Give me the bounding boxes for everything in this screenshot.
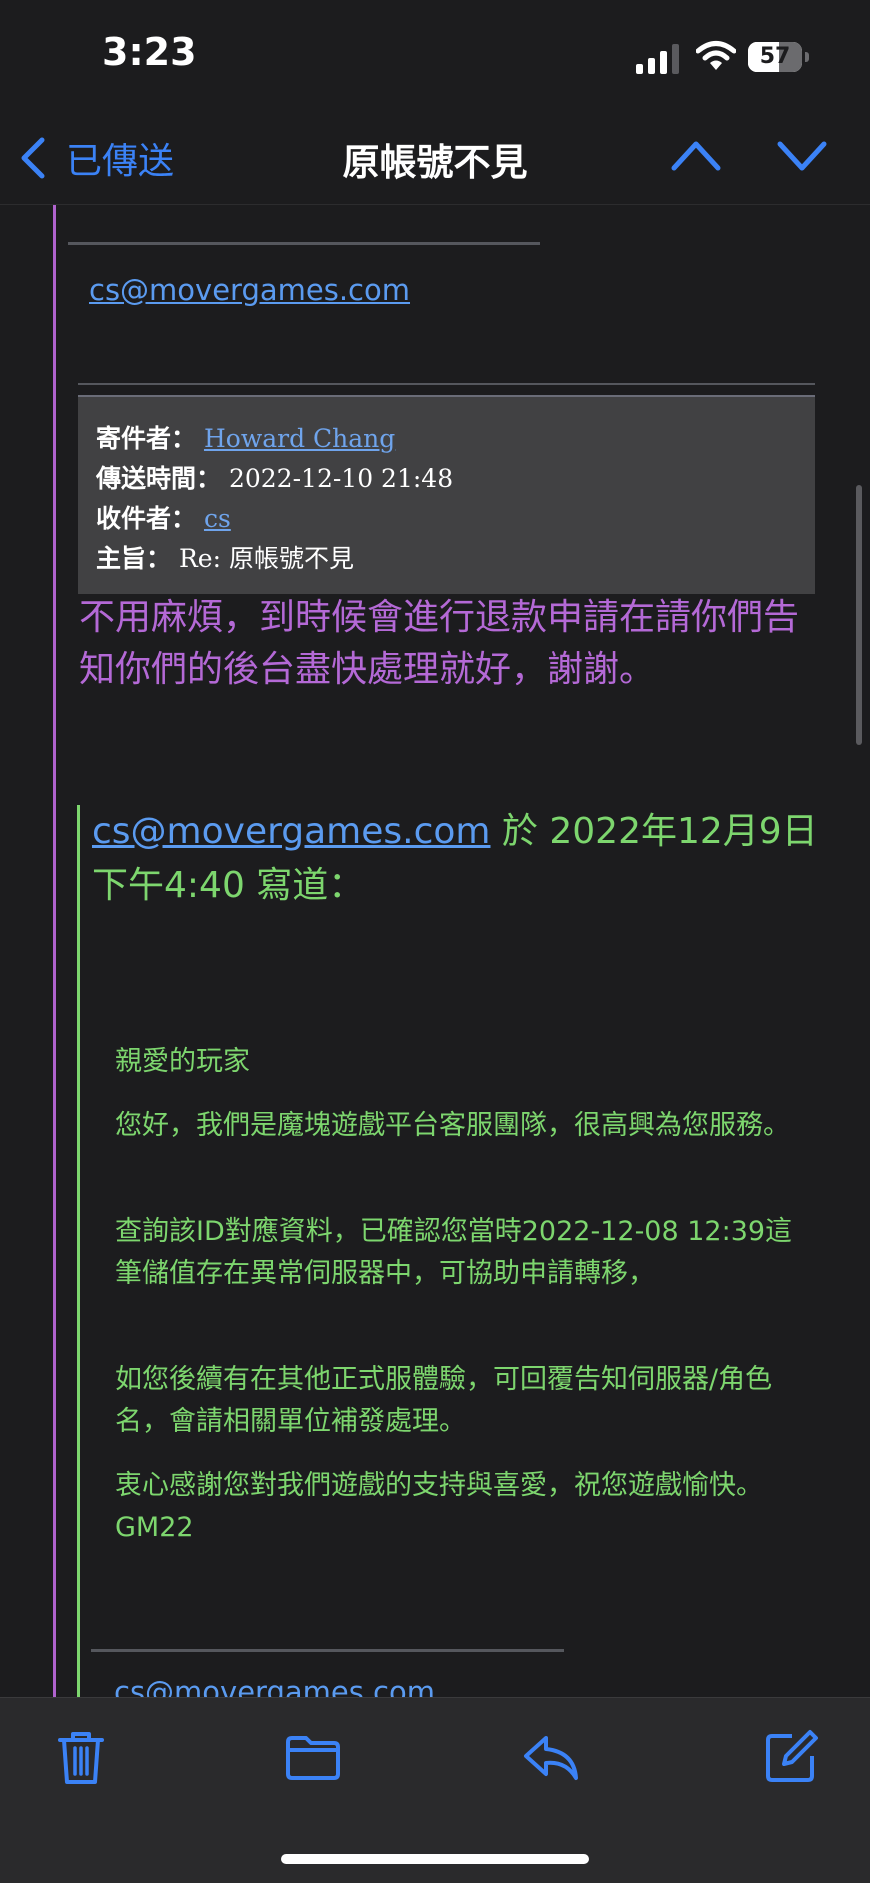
header-to: 收件者： cs — [96, 499, 231, 535]
next-message-button[interactable] — [776, 134, 828, 178]
back-label: 已傳送 — [66, 141, 175, 182]
subject-label: 主旨： — [96, 544, 172, 573]
quoted-paragraph: 查詢該ID對應資料，已確認您當時2022-12-08 12:39這筆儲值存在異常… — [115, 1216, 793, 1289]
divider — [78, 383, 815, 385]
bottom-toolbar — [0, 1697, 870, 1883]
home-indicator[interactable] — [281, 1854, 589, 1864]
quote-bar-outer — [53, 205, 56, 1697]
scrollbar[interactable] — [856, 485, 862, 745]
divider — [68, 242, 540, 245]
status-bar: 3:23 57 — [0, 0, 870, 110]
folder-icon[interactable] — [284, 1728, 342, 1786]
header-subject: 主旨： Re: 原帳號不見 — [96, 539, 354, 575]
message-body[interactable]: cs@movergames.com 寄件者： Howard Chang 傳送時間… — [0, 205, 870, 1697]
header-from: 寄件者： Howard Chang — [96, 419, 395, 455]
compose-icon[interactable] — [762, 1728, 820, 1786]
navigation-bar: 已傳送 原帳號不見 — [0, 110, 870, 205]
forwarded-header-box: 寄件者： Howard Chang 傳送時間： 2022-12-10 21:48… — [78, 395, 815, 594]
divider — [91, 1649, 564, 1652]
to-label: 收件者： — [96, 504, 197, 533]
quote-sender-link[interactable]: cs@movergames.com — [92, 811, 490, 852]
battery-icon: 57 — [748, 42, 812, 72]
sent-value: 2022-12-10 21:48 — [228, 464, 454, 493]
chevron-left-icon — [21, 137, 45, 179]
header-sent: 傳送時間： 2022-12-10 21:48 — [96, 459, 453, 495]
reply-icon[interactable] — [522, 1728, 580, 1786]
quote-bar-inner — [77, 805, 80, 1697]
reply-message: 不用麻煩，到時候會進行退款申請在請你們告知你們的後台盡快處理就好，謝謝。 — [79, 597, 800, 690]
battery-level: 57 — [759, 44, 791, 69]
mail-screen: 3:23 57 已傳送 原帳號不見 cs@movergames.com 寄件者：… — [0, 0, 870, 1883]
quoted-paragraph: 衷心感謝您對我們遊戲的支持與喜愛，祝您遊戲愉快。GM22 — [115, 1470, 763, 1543]
back-button[interactable]: 已傳送 — [18, 128, 174, 188]
from-link[interactable]: Howard Chang — [204, 424, 395, 453]
subject-value: Re: 原帳號不見 — [178, 544, 354, 573]
wifi-icon — [696, 41, 736, 70]
quoted-paragraph: 如您後續有在其他正式服體驗，可回覆告知伺服器/角色名，會請相關單位補發處理。 — [115, 1364, 773, 1437]
to-link[interactable]: cs — [204, 504, 231, 533]
quoted-paragraph: 您好，我們是魔塊遊戲平台客服團隊，很高興為您服務。 — [115, 1110, 790, 1141]
quoted-paragraph: 親愛的玩家 — [115, 1046, 250, 1077]
from-label: 寄件者： — [96, 424, 197, 453]
email-link-top[interactable]: cs@movergames.com — [89, 273, 410, 307]
email-link-bottom[interactable]: cs@movergames.com — [114, 1675, 435, 1697]
status-time: 3:23 — [102, 30, 197, 74]
quote-header: cs@movergames.com 於 2022年12月9日 下午4:40 寫道… — [92, 805, 832, 913]
cellular-signal-icon — [636, 44, 679, 74]
previous-message-button[interactable] — [670, 134, 722, 178]
sent-label: 傳送時間： — [96, 464, 222, 493]
trash-icon[interactable] — [52, 1728, 110, 1786]
